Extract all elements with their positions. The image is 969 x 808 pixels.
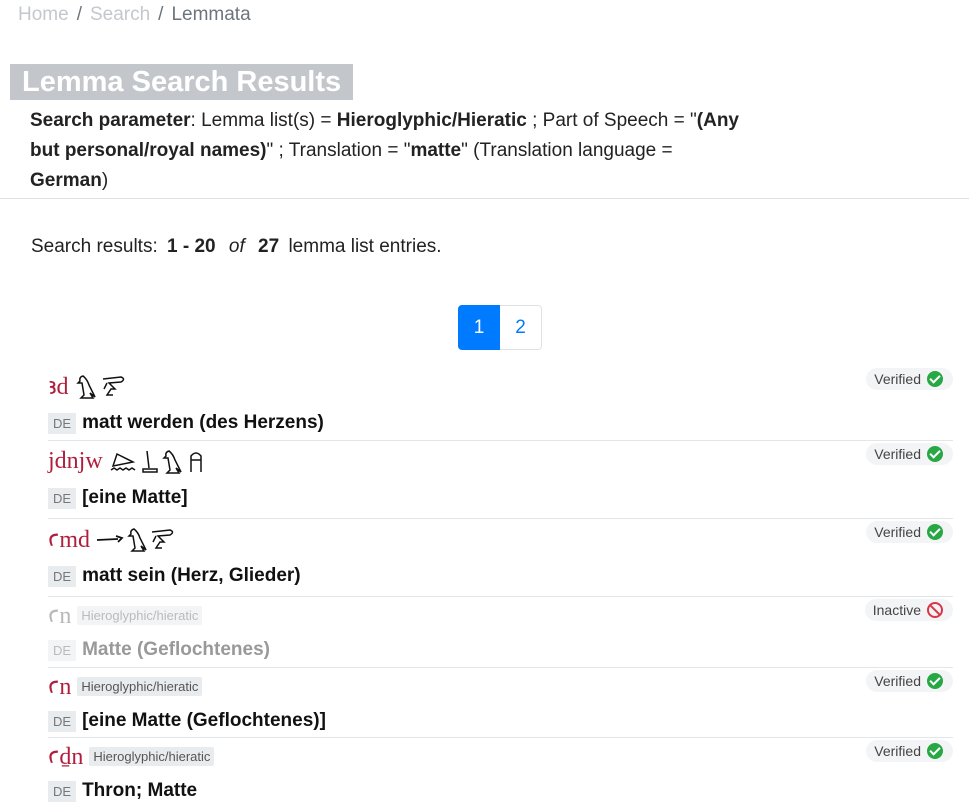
status-badge: Verified <box>866 521 953 543</box>
ban-icon <box>927 602 943 618</box>
params-translation-lang-label: " (Translation language = <box>461 140 673 161</box>
lemma-transliteration[interactable]: jdnjw <box>48 448 103 475</box>
feather-glyph-icon <box>141 450 158 473</box>
params-label: Search parameter <box>30 110 191 131</box>
lemma-transliteration[interactable]: ꜣd <box>48 372 69 401</box>
params-translation-label: " ; Translation = " <box>266 140 411 161</box>
breadcrumb-search[interactable]: Search <box>90 4 150 26</box>
lemma-transliteration[interactable]: ꜥn <box>48 601 71 630</box>
hand-glyph-icon <box>102 376 124 396</box>
lemma-translation: [eine Matte] <box>82 487 188 508</box>
hieroglyph-spelling <box>75 373 127 399</box>
language-badge: DE <box>48 412 77 434</box>
breadcrumb-home[interactable]: Home <box>18 4 69 26</box>
results-suffix: lemma list entries. <box>288 236 442 257</box>
params-translation-lang-value: German <box>30 170 102 191</box>
hieroglyph-spelling <box>109 448 207 474</box>
check-circle-icon <box>927 743 943 759</box>
results-range: 1 - 20 <box>167 236 216 257</box>
params-lemma-list-label: : Lemma list(s) = <box>190 110 337 131</box>
lemma-entry[interactable]: ꜥn Hieroglyphic/hieratic DE [eine Matte … <box>48 668 953 738</box>
script-tag: Hieroglyphic/hieratic <box>77 676 203 696</box>
lemma-translation: [eine Matte (Geflochtenes)] <box>82 710 326 731</box>
check-circle-icon <box>927 524 943 540</box>
lemma-entry[interactable]: ꜣd DE matt werden (des Herzens) Verified <box>48 366 953 441</box>
results-summary: Search results: 1 - 20 of 27 lemma list … <box>31 236 442 258</box>
vulture-glyph-icon <box>75 375 96 399</box>
status-text: Verified <box>874 524 921 540</box>
status-badge: Verified <box>866 670 953 692</box>
status-badge: Verified <box>866 443 953 465</box>
lemma-entry[interactable]: ꜥn Hieroglyphic/hieratic DE Matte (Geflo… <box>48 597 953 668</box>
language-badge: DE <box>48 780 77 802</box>
water-glyph-icon <box>110 452 136 471</box>
page-title: Lemma Search Results <box>10 64 354 100</box>
script-tag: Hieroglyphic/hieratic <box>89 746 215 766</box>
lemma-translation: Thron; Matte <box>82 780 198 801</box>
hieroglyph-spelling <box>96 526 176 552</box>
breadcrumb: Home / Search / Lemmata <box>18 4 251 26</box>
lemma-translation: matt sein (Herz, Glieder) <box>82 565 301 586</box>
language-badge: DE <box>48 710 77 732</box>
breadcrumb-current: Lemmata <box>171 4 251 25</box>
lemma-list: ꜣd DE matt werden (des Herzens) Verified… <box>48 366 953 808</box>
lemma-entry[interactable]: ꜥḏn Hieroglyphic/hieratic DE Thron; Matt… <box>48 738 953 808</box>
lemma-transliteration[interactable]: ꜥmd <box>48 525 90 554</box>
bird-glyph-icon <box>161 450 182 474</box>
man-glyph-icon <box>189 452 202 472</box>
divider <box>0 198 969 199</box>
status-text: Verified <box>874 446 921 462</box>
status-badge: Verified <box>866 740 953 762</box>
status-text: Inactive <box>872 602 921 618</box>
check-circle-icon <box>927 673 943 689</box>
status-badge: Inactive <box>864 599 953 621</box>
language-badge: DE <box>48 487 77 509</box>
status-text: Verified <box>874 743 921 759</box>
arm-glyph-icon <box>96 535 124 543</box>
params-pos-label: ; Part of Speech = " <box>526 110 697 131</box>
check-circle-icon <box>927 446 943 462</box>
page-button-2[interactable]: 2 <box>500 305 542 350</box>
page-button-1[interactable]: 1 <box>458 305 500 350</box>
results-prefix: Search results: <box>31 236 158 257</box>
lemma-translation: Matte (Geflochtenes) <box>82 639 270 660</box>
status-badge: Verified <box>866 368 953 390</box>
pagination: 1 2 <box>458 305 542 350</box>
vulture-glyph-icon <box>127 528 147 552</box>
lemma-transliteration[interactable]: ꜥḏn <box>48 742 83 771</box>
results-total: 27 <box>258 236 280 257</box>
lemma-entry[interactable]: ꜥmd DE matt sein (Herz, Glieder) Verifie… <box>48 519 953 597</box>
params-translation-value: matte <box>410 140 462 161</box>
language-badge: DE <box>48 565 77 587</box>
params-lemma-list-value: Hieroglyphic/Hieratic <box>336 110 527 131</box>
search-parameters: Search parameter: Lemma list(s) = Hierog… <box>30 106 750 196</box>
status-text: Verified <box>874 371 921 387</box>
check-circle-icon <box>927 371 943 387</box>
params-close: ) <box>101 170 109 191</box>
language-badge: DE <box>48 639 77 661</box>
lemma-transliteration[interactable]: ꜥn <box>48 672 71 701</box>
status-text: Verified <box>874 673 921 689</box>
script-tag: Hieroglyphic/hieratic <box>77 605 203 625</box>
breadcrumb-separator: / <box>76 4 82 25</box>
breadcrumb-separator: / <box>158 4 164 25</box>
lemma-entry[interactable]: jdnjw DE [eine Matte] Verified <box>48 441 953 519</box>
lemma-translation: matt werden (des Herzens) <box>82 412 324 433</box>
hand-glyph-icon <box>151 529 174 549</box>
results-of: of <box>228 236 245 257</box>
